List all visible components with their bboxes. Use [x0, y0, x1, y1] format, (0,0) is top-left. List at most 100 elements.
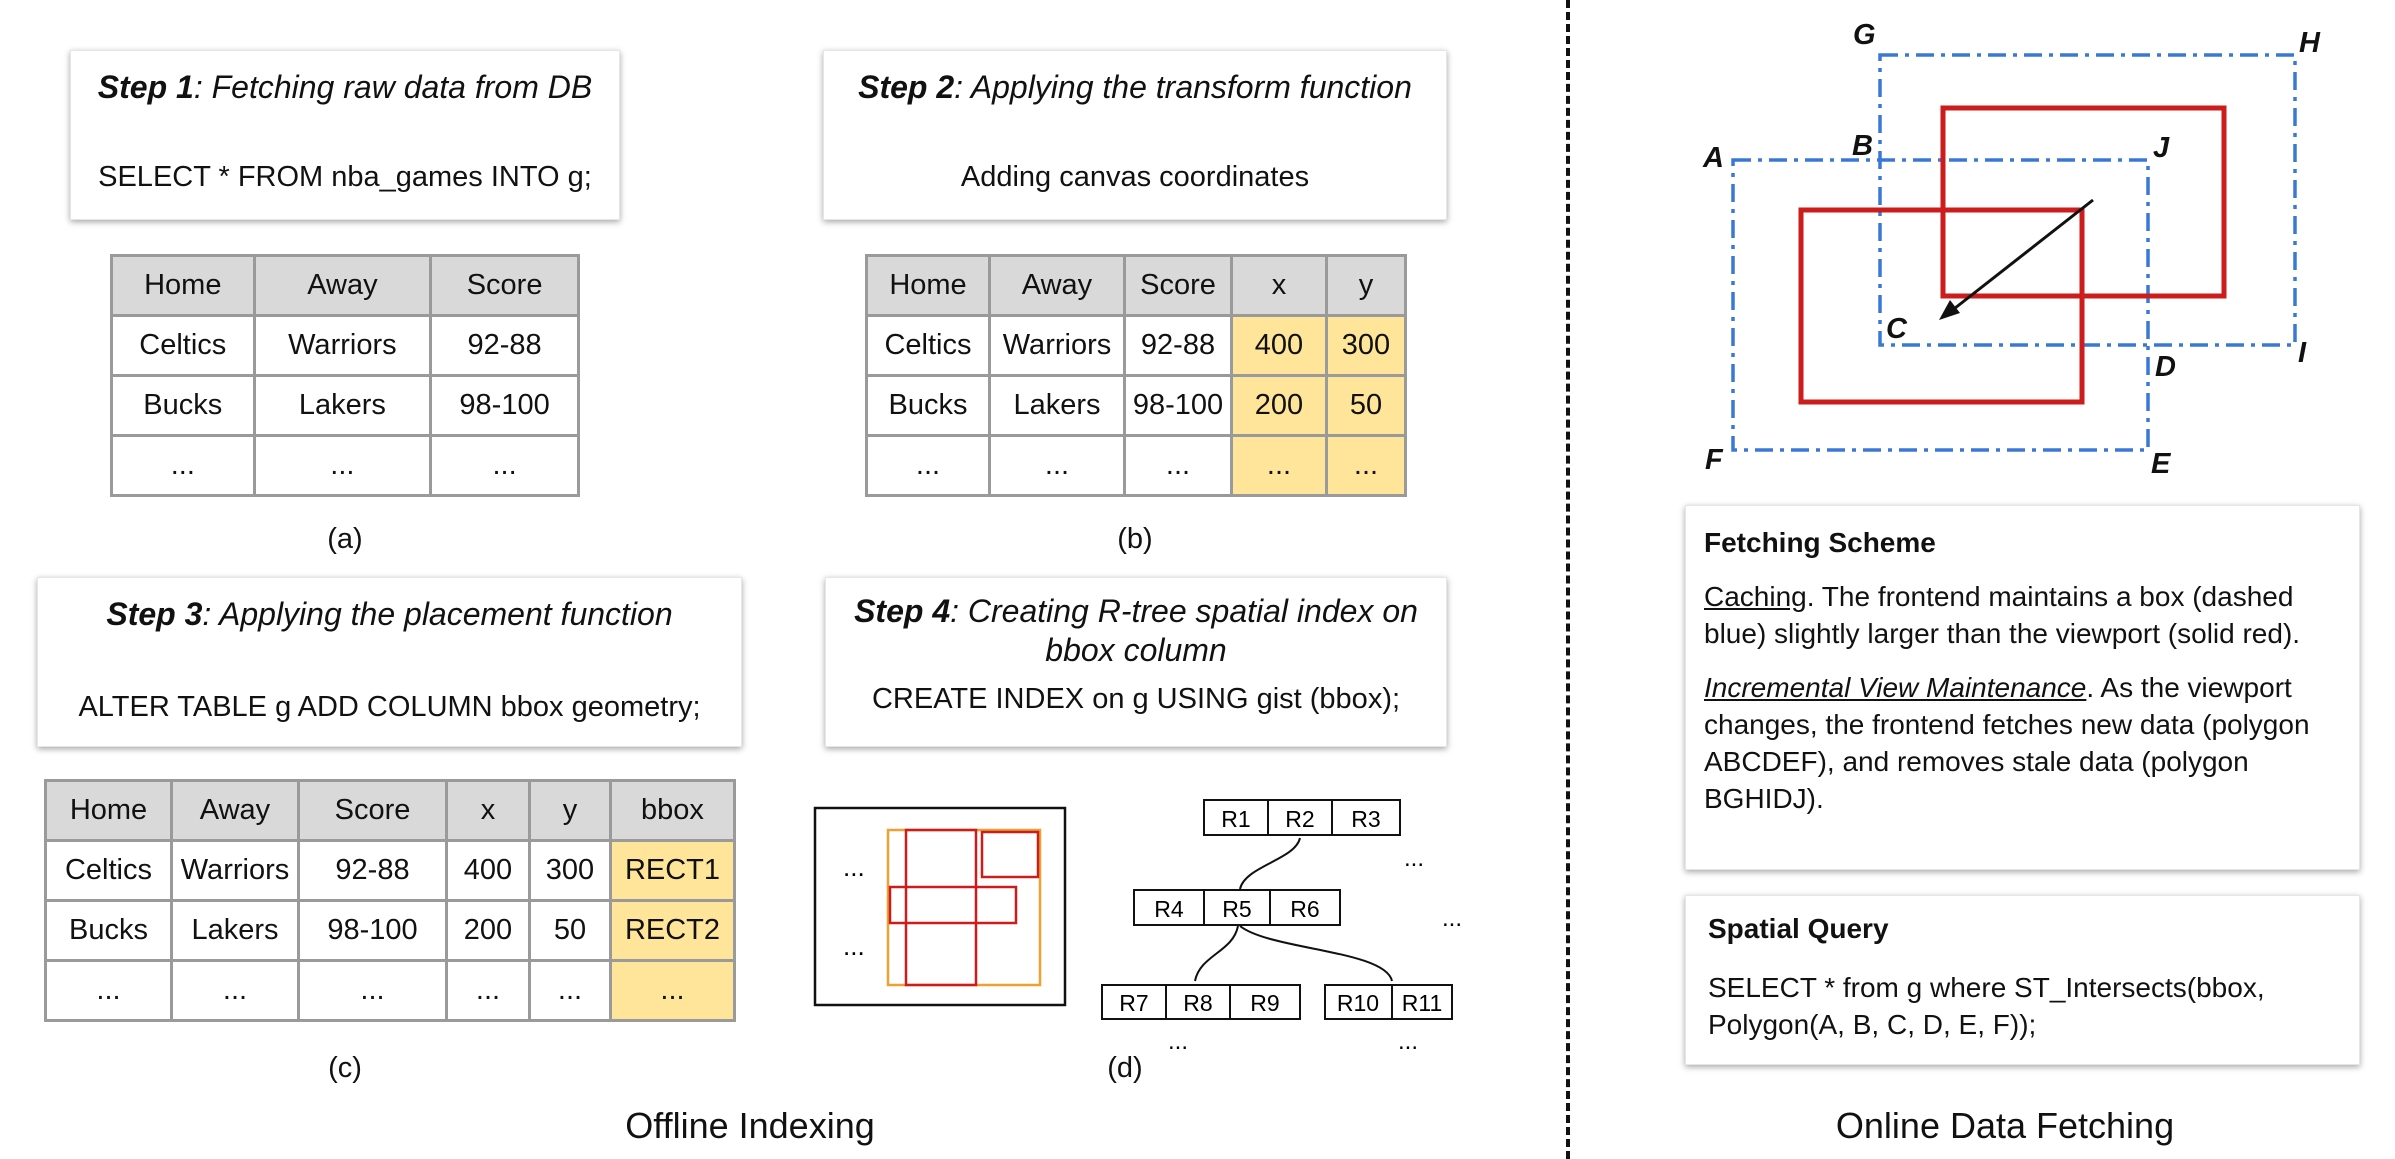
section-title-offline: Offline Indexing — [625, 1105, 875, 1146]
caching-term: Caching — [1704, 581, 1807, 612]
table-b-header: y — [1325, 254, 1407, 317]
table-cell: Bucks — [865, 374, 991, 437]
rtree-label: R3 — [1351, 806, 1380, 832]
table-cell: ... — [110, 434, 256, 497]
rtree-label: R7 — [1119, 990, 1148, 1016]
step1-title: Step 1: Fetching raw data from DB — [71, 69, 619, 106]
fetching-scheme-heading: Fetching Scheme — [1704, 527, 1936, 558]
table-cell: 200 — [445, 899, 531, 962]
point-label-f: F — [1705, 444, 1724, 476]
step4-title-line2: bbox column — [1045, 632, 1227, 668]
table-c-header: bbox — [609, 779, 736, 842]
rtree-ellipsis: ... — [1442, 905, 1462, 932]
table-b: Home Away Score x y Celtics Warriors 92-… — [865, 254, 1407, 497]
table-a-header: Score — [429, 254, 580, 317]
pan-arrowhead — [1939, 300, 1960, 320]
rtree-label: R4 — [1154, 896, 1184, 922]
rtree-node-mid: R4 R5 R6 — [1133, 889, 1341, 926]
rtree-ellipsis: ... — [1404, 845, 1424, 872]
step4-body: CREATE INDEX on g USING gist (bbox); — [871, 683, 1401, 715]
step2-title: Step 2: Applying the transform function — [824, 69, 1446, 106]
table-cell: Celtics — [44, 839, 173, 902]
step1-title-rest: : Fetching raw data from DB — [193, 69, 593, 105]
table-cell: 98-100 — [1123, 374, 1233, 437]
step3-card: Step 3: Applying the placement function … — [37, 577, 742, 747]
point-label-j: J — [2153, 132, 2170, 164]
table-cell: Lakers — [170, 899, 300, 962]
step2-card: Step 2: Applying the transform function … — [823, 50, 1447, 220]
caching-paragraph: Caching. The frontend maintains a box (d… — [1704, 578, 2349, 652]
table-cell: ... — [170, 959, 300, 1022]
table-cell: Celtics — [110, 314, 256, 377]
spatial-query-heading: Spatial Query — [1708, 913, 1889, 944]
table-cell: ... — [252, 434, 433, 497]
step1-card: Step 1: Fetching raw data from DB SELECT… — [70, 50, 620, 220]
point-label-g: G — [1853, 19, 1876, 51]
table-c-header: Home — [44, 779, 173, 842]
fetching-scheme-card: Fetching Scheme Caching. The frontend ma… — [1685, 505, 2360, 870]
table-b-header: x — [1230, 254, 1328, 317]
table-cell: Lakers — [988, 374, 1126, 437]
step4-title-rest: : Creating R-tree spatial index on — [950, 593, 1418, 629]
table-cell: ... — [988, 434, 1126, 497]
point-label-b: B — [1852, 130, 1873, 162]
table-cell: Warriors — [170, 839, 300, 902]
section-title-online: Online Data Fetching — [1835, 1105, 2175, 1146]
rtree-node-root: R1 R2 R3 — [1203, 799, 1401, 836]
section-divider — [1566, 0, 1570, 1159]
table-a-header: Away — [252, 254, 433, 317]
table-cell: 98-100 — [429, 374, 580, 437]
table-row: ... ... ... — [110, 434, 580, 497]
table-cell: 92-88 — [429, 314, 580, 377]
caption-b: (b) — [1117, 523, 1153, 555]
step2-title-bold: Step 2 — [858, 69, 955, 105]
rtree-label: R8 — [1183, 990, 1212, 1016]
table-cell: 92-88 — [1123, 314, 1233, 377]
table-b-header: Home — [865, 254, 991, 317]
spatial-query-content: Spatial Query SELECT * from g where ST_I… — [1708, 910, 2353, 1043]
table-row: Bucks Lakers 98-100 200 50 RECT2 — [44, 899, 736, 962]
table-cell: 300 — [1325, 314, 1407, 377]
rtree-label: R1 — [1221, 806, 1250, 832]
table-cell: Warriors — [988, 314, 1126, 377]
table-cell: 98-100 — [297, 899, 448, 962]
canvas-frame — [813, 806, 1067, 1007]
index-rect — [980, 830, 1040, 879]
table-c-header: Away — [170, 779, 300, 842]
step1-body: SELECT * FROM nba_games INTO g; — [98, 161, 592, 193]
table-row: Celtics Warriors 92-88 400 300 RECT1 — [44, 839, 736, 902]
table-cell: ... — [1230, 434, 1328, 497]
table-cell: ... — [609, 959, 736, 1022]
table-cell: ... — [44, 959, 173, 1022]
table-row: Bucks Lakers 98-100 200 50 — [865, 374, 1407, 437]
table-cell: ... — [1325, 434, 1407, 497]
table-cell: Lakers — [252, 374, 433, 437]
table-row: ... ... ... ... ... ... — [44, 959, 736, 1022]
table-cell: ... — [445, 959, 531, 1022]
rtree-ellipsis: ... — [1168, 1028, 1188, 1055]
canvas-ellipsis: ... — [843, 931, 865, 961]
table-cell: 50 — [528, 899, 612, 962]
rtree-label: R11 — [1402, 990, 1443, 1016]
table-b-header: Away — [988, 254, 1126, 317]
table-a-header: Home — [110, 254, 256, 317]
rtree-link — [1239, 837, 1301, 890]
point-label-c: C — [1886, 313, 1908, 345]
viewport-diagram: G H A B J C D I F E — [1702, 19, 2321, 480]
table-cell: Warriors — [252, 314, 433, 377]
table-cell: Bucks — [44, 899, 173, 962]
spatial-query-line2: Polygon(A, B, C, D, E, F)); — [1708, 1009, 2037, 1040]
rtree-ellipsis: ... — [1398, 1028, 1418, 1055]
table-cell: 400 — [1230, 314, 1328, 377]
table-cell: Celtics — [865, 314, 991, 377]
point-label-i: I — [2298, 337, 2307, 369]
rtree-label: R9 — [1250, 990, 1279, 1016]
table-c-header: y — [528, 779, 612, 842]
ivm-paragraph: Incremental View Maintenance. As the vie… — [1704, 669, 2349, 817]
table-row: Bucks Lakers 98-100 — [110, 374, 580, 437]
step2-title-rest: : Applying the transform function — [954, 69, 1412, 105]
table-cell: RECT2 — [609, 899, 736, 962]
rtree-label: R5 — [1222, 896, 1251, 922]
table-cell: 200 — [1230, 374, 1328, 437]
step4-title-bold: Step 4 — [854, 593, 951, 629]
